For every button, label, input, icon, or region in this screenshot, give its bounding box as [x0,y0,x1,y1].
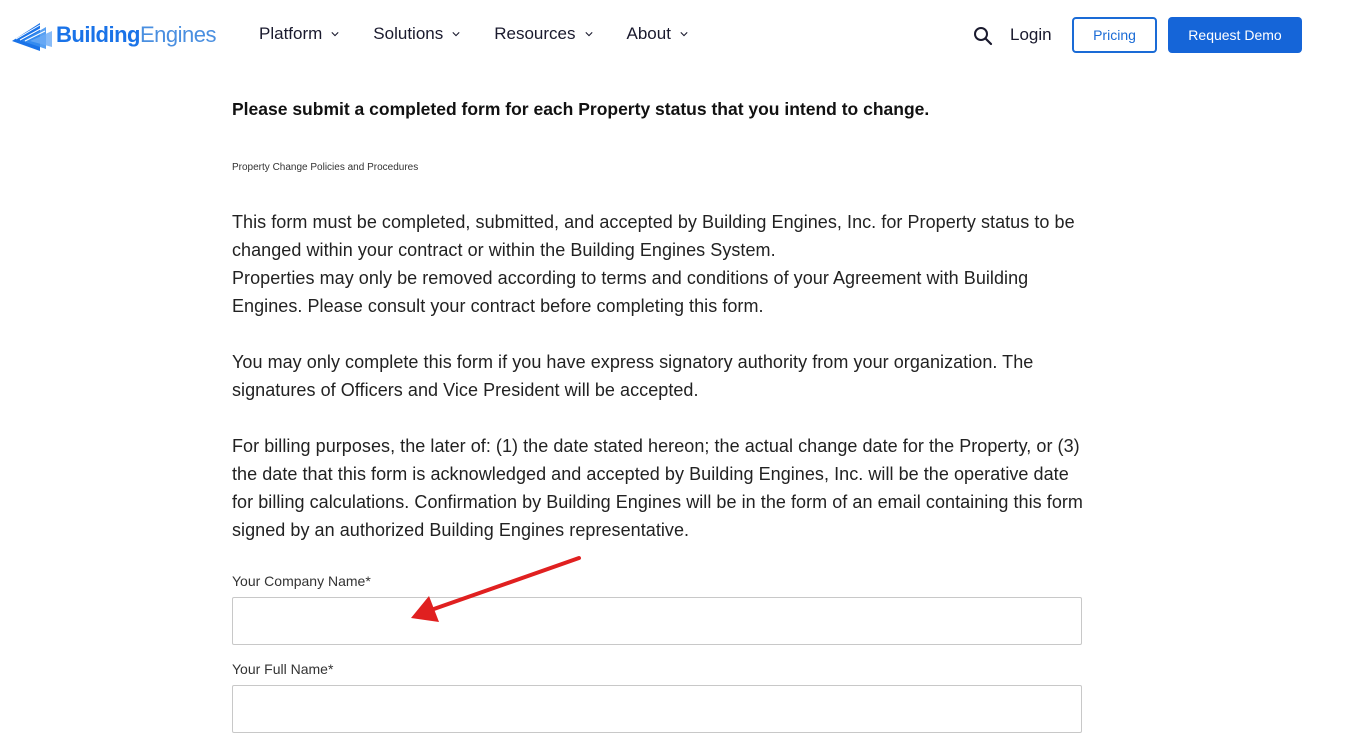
search-icon[interactable] [973,26,993,46]
login-link[interactable]: Login [1010,25,1052,45]
company-name-label: Your Company Name* [232,573,371,589]
nav-label: Resources [494,24,576,43]
nav-item-resources[interactable]: Resources [494,24,593,44]
section-title: Property Change Policies and Procedures [232,162,419,173]
nav-label: Solutions [373,24,444,43]
nav-item-about[interactable]: About [627,24,688,44]
nav-label: Platform [259,24,323,43]
policy-paragraph-2: You may only complete this form if you h… [232,352,1034,400]
chevron-down-icon [452,32,460,37]
policy-paragraph-3: For billing purposes, the later of: (1) … [232,436,1083,540]
logo-text-engines: Engines [139,22,217,47]
nav-label: About [626,24,671,43]
company-name-input[interactable] [232,597,1082,645]
chevron-down-icon [680,32,688,37]
form-intro: Please submit a completed form for each … [232,96,1092,544]
full-name-input[interactable] [232,685,1082,733]
policy-paragraph-1: This form must be completed, submitted, … [232,208,1092,320]
full-name-label: Your Full Name* [232,661,334,677]
request-demo-button[interactable]: Request Demo [1168,17,1302,53]
chevron-down-icon [331,32,339,37]
building-engines-logo-icon [12,23,52,51]
chevron-down-icon [584,32,593,37]
logo-text: BuildingEngines [56,22,217,48]
policy-paragraph-1-line-1: This form must be completed, submitted, … [232,212,1075,260]
page-heading: Please submit a completed form for each … [232,99,930,119]
nav-item-solutions[interactable]: Solutions [373,24,460,44]
logo[interactable]: BuildingEngines [12,18,217,52]
main-nav: Platform Solutions Resources About [259,24,722,44]
site-header: BuildingEngines Platform Solutions Resou… [0,0,1366,70]
logo-text-building: Building [56,22,140,47]
nav-item-platform[interactable]: Platform [259,24,339,44]
pricing-button[interactable]: Pricing [1072,17,1157,53]
policy-paragraph-1-line-2: Properties may only be removed according… [232,268,1029,316]
